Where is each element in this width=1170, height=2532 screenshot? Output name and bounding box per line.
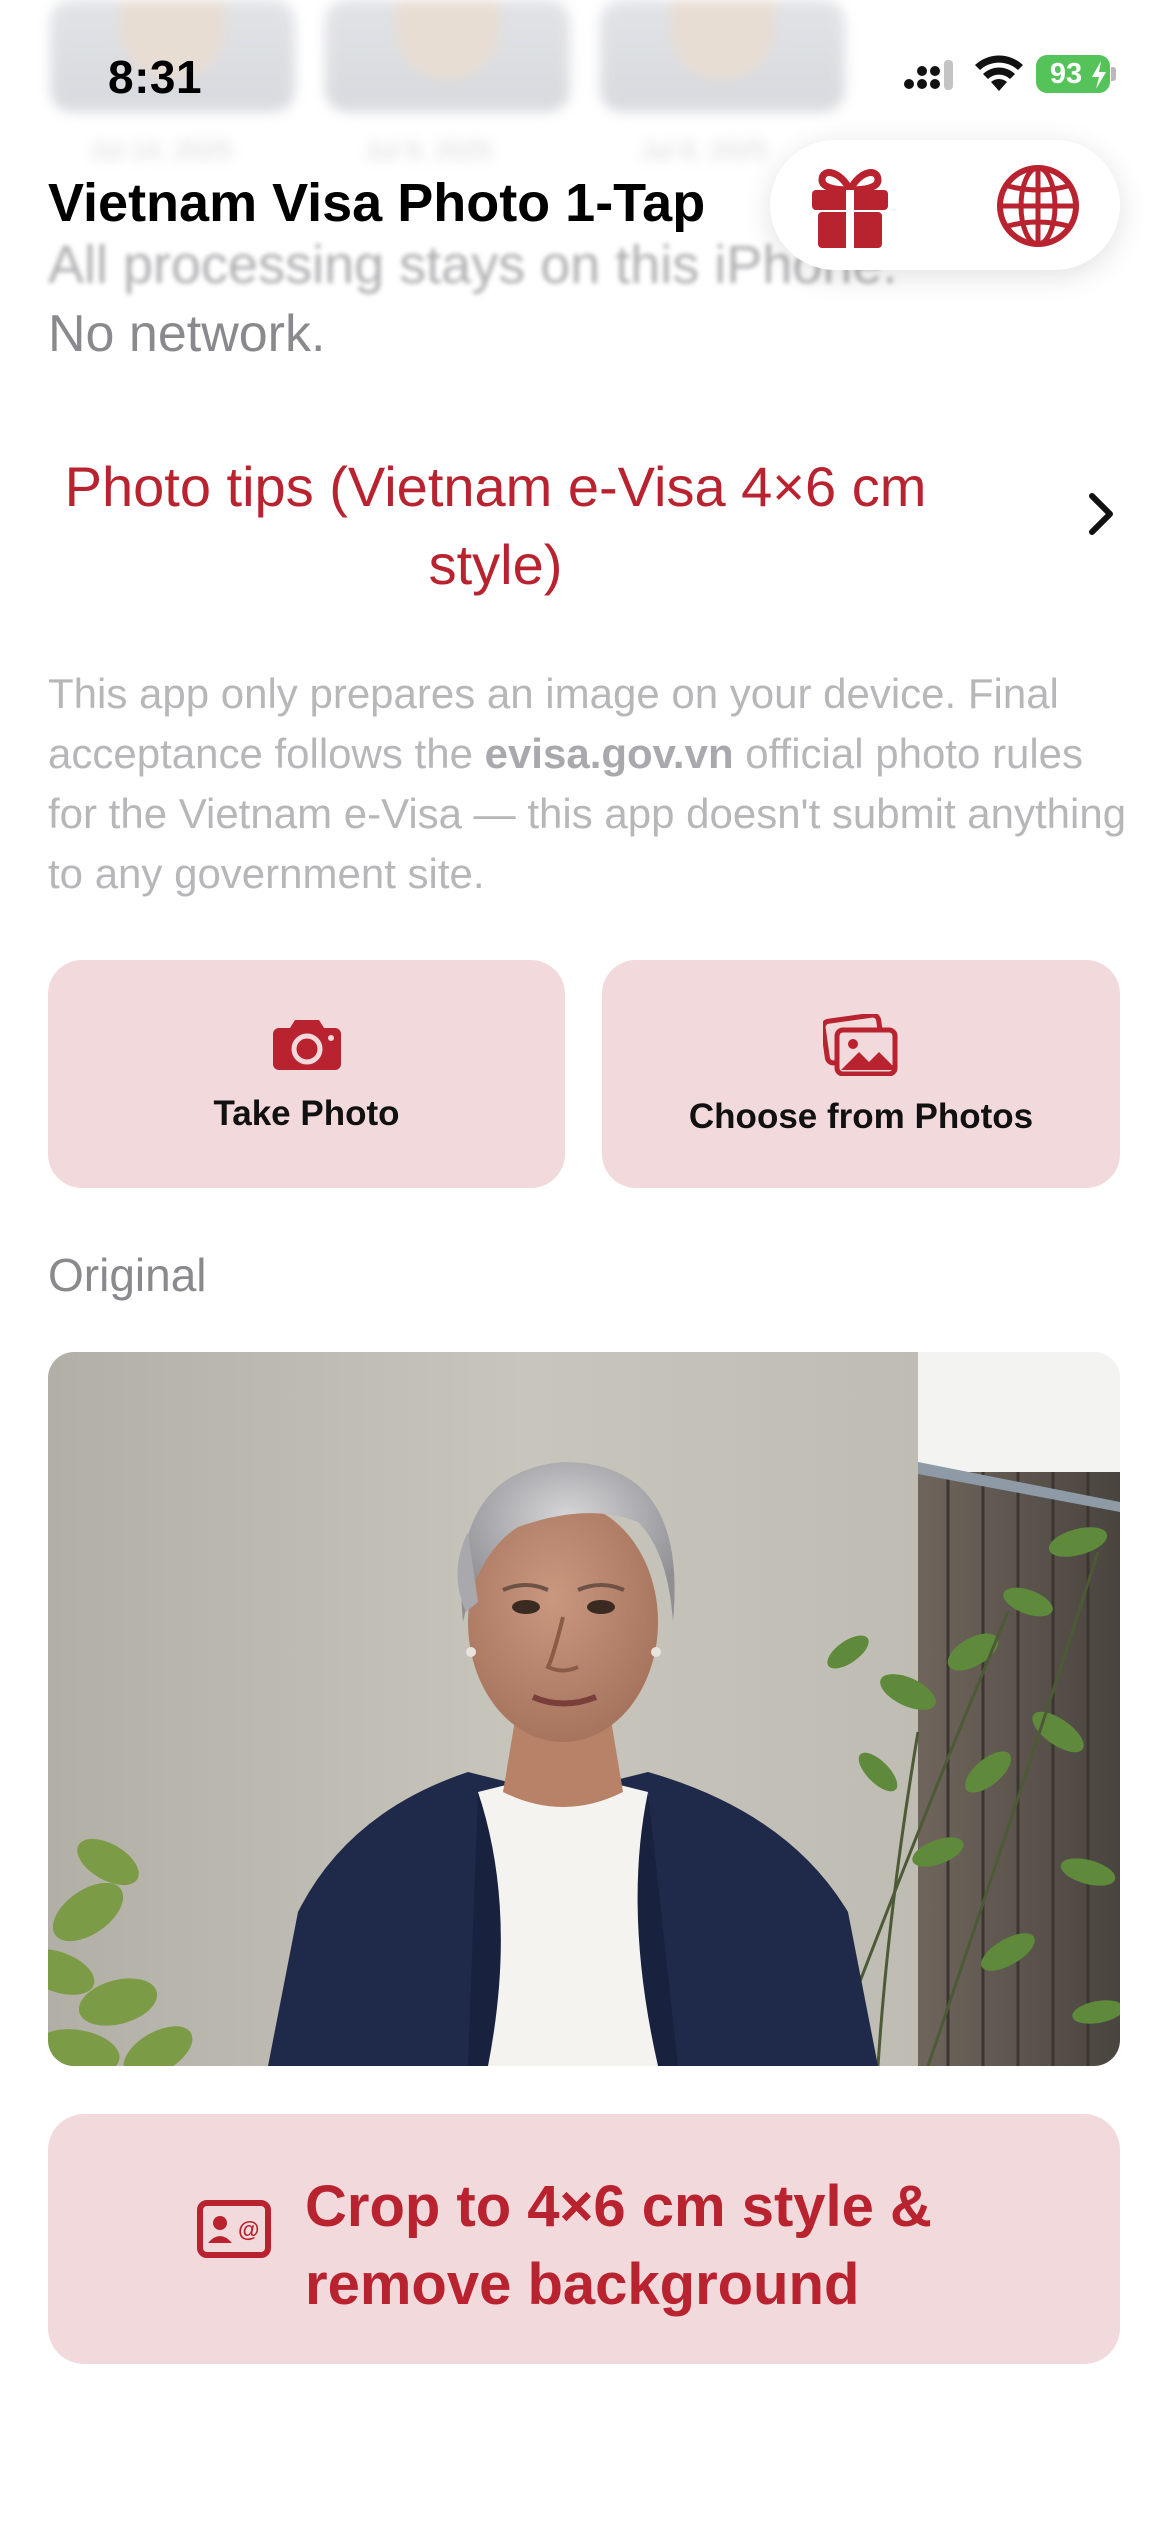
- photo-library-icon: [823, 1014, 898, 1076]
- network-status: No network.: [48, 305, 326, 363]
- status-time: 8:31: [108, 51, 203, 103]
- status-bar: 8:31 93: [0, 0, 1170, 140]
- choose-from-photos-label: Choose from Photos: [688, 1097, 1034, 1136]
- take-photo-label: Take Photo: [213, 1094, 400, 1133]
- id-card-icon: @: [197, 2200, 271, 2258]
- original-photo: [48, 1352, 1120, 2066]
- photo-tips-label: Photo tips (Vietnam e-Visa 4×6 cm style): [64, 455, 927, 596]
- gift-icon: [812, 169, 888, 248]
- cellular-signal-icon: [904, 60, 953, 90]
- choose-from-photos-button[interactable]: Choose from Photos: [602, 960, 1120, 1188]
- app-screen: Jul 14, 2025 Jul 9, 2025 Jul 8, 2025 8:3…: [0, 0, 1170, 2532]
- globe-icon: [997, 165, 1079, 247]
- photo-tips-row[interactable]: Photo tips (Vietnam e-Visa 4×6 cm style): [48, 430, 1120, 600]
- take-photo-button[interactable]: Take Photo: [48, 960, 565, 1188]
- crop-remove-background-button[interactable]: @ Crop to 4×6 cm style & remove backgrou…: [48, 2114, 1120, 2364]
- charging-bolt-icon: [1092, 61, 1106, 89]
- wifi-icon: [975, 55, 1023, 91]
- chevron-right-icon: [1089, 493, 1113, 535]
- page-title: Vietnam Visa Photo 1-Tap: [48, 173, 706, 233]
- crop-remove-background-label: Crop to 4×6 cm style & remove background: [305, 2174, 932, 2317]
- battery-level: 93: [1049, 58, 1083, 90]
- svg-text:@: @: [238, 2217, 259, 2242]
- disclaimer-text: This app only prepares an image on your …: [48, 670, 1127, 897]
- original-section-label: Original: [48, 1249, 207, 1301]
- header-subtitle: All processing stays on this iPhone.: [48, 235, 898, 295]
- gift-button[interactable]: [800, 158, 900, 254]
- official-site-domain: evisa.gov.vn: [484, 730, 734, 777]
- language-button[interactable]: [988, 158, 1088, 254]
- camera-icon: [272, 1020, 341, 1070]
